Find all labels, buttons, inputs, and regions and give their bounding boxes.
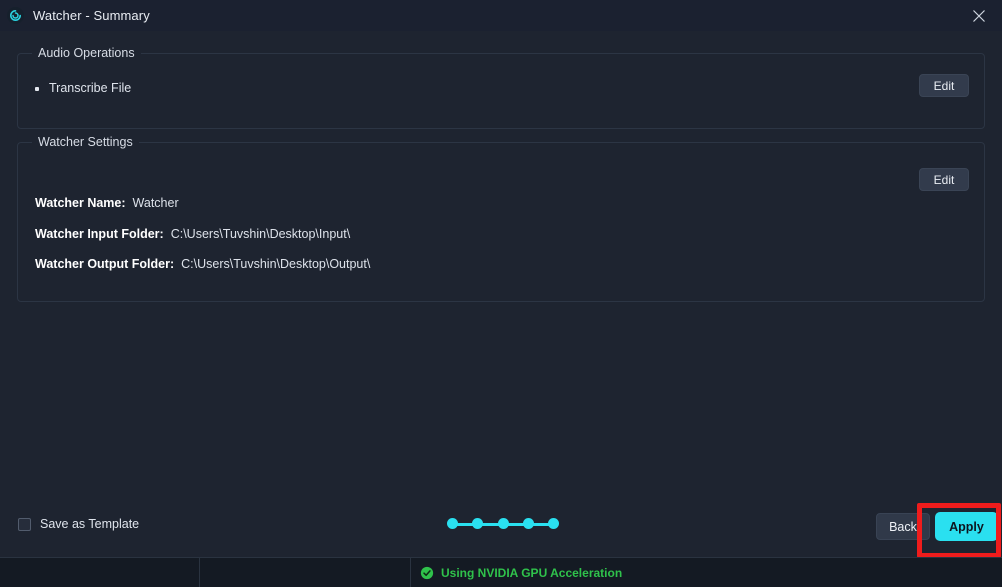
audio-operations-legend: Audio Operations [32, 46, 141, 60]
edit-audio-operations-button[interactable]: Edit [919, 74, 969, 97]
title-bar: Watcher - Summary [0, 0, 1002, 31]
window-title: Watcher - Summary [33, 8, 150, 23]
dialog-footer: Save as Template Back Apply [0, 496, 1002, 556]
check-circle-icon [420, 566, 434, 580]
save-as-template-checkbox[interactable]: Save as Template [18, 517, 139, 531]
watcher-name-label: Watcher Name: [35, 196, 126, 210]
stepper-dot-2[interactable] [472, 518, 483, 529]
watcher-name-row: Watcher Name: Watcher [35, 196, 179, 210]
watcher-input-folder-value: C:\Users\Tuvshin\Desktop\Input\ [171, 227, 350, 241]
checkbox-box[interactable] [18, 518, 31, 531]
watcher-output-folder-value: C:\Users\Tuvshin\Desktop\Output\ [181, 257, 370, 271]
status-cell-left [0, 558, 200, 587]
gpu-acceleration-status: Using NVIDIA GPU Acceleration [420, 558, 622, 587]
list-item: Transcribe File [35, 81, 131, 95]
spiral-logo-icon [7, 7, 24, 24]
apply-button[interactable]: Apply [935, 512, 998, 541]
watcher-settings-panel: Watcher Settings Watcher Name:Watcher Wa… [17, 142, 985, 302]
wizard-step-indicator [447, 518, 559, 530]
watcher-name-value: Watcher [133, 196, 179, 210]
bullet-icon [35, 87, 39, 91]
save-as-template-label: Save as Template [40, 517, 139, 531]
watcher-input-folder-label: Watcher Input Folder: [35, 227, 164, 241]
audio-operations-panel: Audio Operations Transcribe File Edit [17, 53, 985, 129]
close-icon[interactable] [956, 0, 1002, 31]
stepper-dot-1[interactable] [447, 518, 458, 529]
watcher-summary-dialog: Watcher - Summary Audio Operations Trans… [0, 0, 1002, 587]
watcher-output-folder-label: Watcher Output Folder: [35, 257, 174, 271]
stepper-dot-5[interactable] [548, 518, 559, 529]
status-cell-middle [200, 558, 411, 587]
edit-watcher-settings-button[interactable]: Edit [919, 168, 969, 191]
watcher-input-folder-row: Watcher Input Folder: C:\Users\Tuvshin\De… [35, 227, 350, 241]
audio-operation-label: Transcribe File [49, 81, 131, 95]
gpu-acceleration-text: Using NVIDIA GPU Acceleration [441, 566, 622, 580]
dialog-content: Audio Operations Transcribe File Edit Wa… [0, 31, 1002, 556]
watcher-settings-legend: Watcher Settings [32, 135, 139, 149]
status-cell-right: Using NVIDIA GPU Acceleration [411, 558, 1002, 587]
back-button[interactable]: Back [876, 513, 930, 540]
watcher-output-folder-row: Watcher Output Folder: C:\Users\Tuvshin\D… [35, 257, 370, 271]
stepper-dot-3[interactable] [498, 518, 509, 529]
status-bar: Using NVIDIA GPU Acceleration [0, 557, 1002, 587]
stepper-dot-4[interactable] [523, 518, 534, 529]
